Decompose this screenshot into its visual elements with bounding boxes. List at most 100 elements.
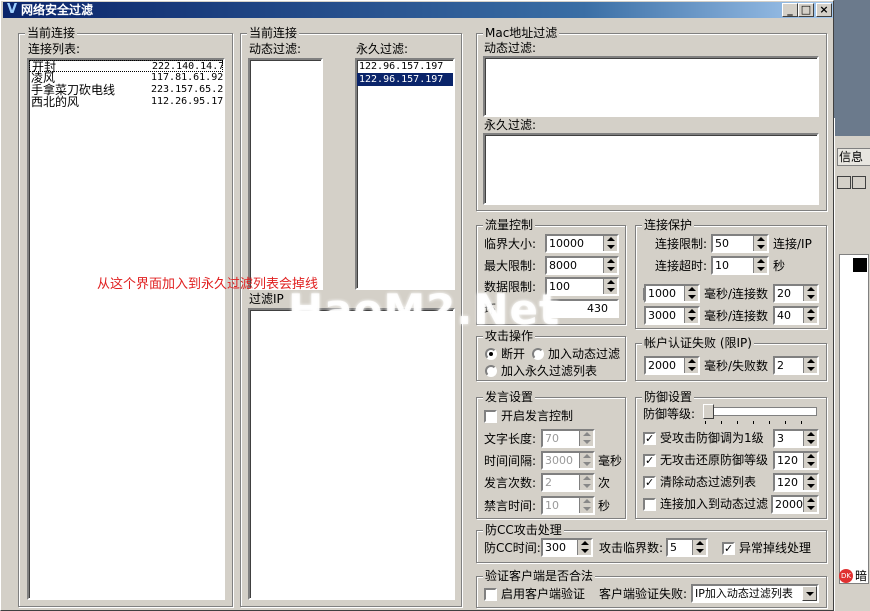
add-dynamic-radio[interactable] — [532, 348, 544, 360]
rate-2-count-spinner[interactable]: 40 — [773, 306, 819, 325]
maximize-button[interactable]: □ — [798, 3, 814, 17]
threshold-size-label: 临界大小: — [484, 237, 537, 251]
list-item-selected[interactable]: 122.96.157.197 — [357, 73, 453, 86]
verify-fail-label: 客户端验证失败: — [599, 587, 688, 601]
connection-list[interactable]: 开封 222.140.14.7: 凌风 117.81.61.92 手拿菜刀砍电线 22… — [27, 58, 225, 600]
connection-list-label: 连接列表: — [28, 42, 81, 56]
spinner-arrows-icon[interactable] — [803, 475, 817, 490]
cc-attack-group-label: 防CC攻击处理 — [483, 523, 564, 537]
spinner-arrows-icon[interactable] — [579, 475, 593, 490]
spinner-arrows-icon[interactable] — [577, 540, 591, 555]
mute-time-label: 禁言时间: — [484, 499, 537, 513]
mac-dynamic-list[interactable] — [483, 56, 819, 117]
disconnect-label: 断开 — [501, 347, 526, 361]
dynamic-filter-list[interactable] — [248, 58, 323, 290]
list-item[interactable]: 122.96.157.197 — [357, 60, 453, 73]
window-title: 网络安全过滤 — [21, 3, 94, 17]
spinner-value: 10 — [715, 259, 729, 272]
speech-count-unit: 次 — [598, 476, 611, 490]
spinner-arrows-icon[interactable] — [684, 286, 698, 301]
max-limit-spinner[interactable]: 8000 — [545, 256, 619, 275]
spinner-arrows-icon[interactable] — [803, 453, 817, 468]
spinner-value: 120 — [777, 476, 798, 489]
spinner-arrows-icon[interactable] — [684, 308, 698, 323]
spinner-arrows-icon[interactable] — [803, 431, 817, 446]
connection-name: 西北的风 — [31, 95, 80, 109]
close-button[interactable]: × — [816, 3, 832, 17]
rate-1-ms-spinner[interactable]: 1000 — [644, 284, 700, 303]
rate-2-unit: 毫秒/连接数 — [704, 309, 769, 323]
restore-level-checkbox[interactable]: ✓ — [643, 454, 656, 467]
defense-level-slider[interactable] — [701, 403, 819, 427]
list-item[interactable]: 西北的风 112.26.95.17 — [29, 96, 223, 108]
clear-dynamic-checkbox[interactable]: ✓ — [643, 476, 656, 489]
spinner-arrows-icon[interactable] — [803, 358, 817, 373]
spinner-arrows-icon[interactable] — [603, 279, 617, 294]
speech-count-label: 发言次数: — [484, 476, 537, 490]
spinner-arrows-icon[interactable] — [753, 236, 767, 251]
time-interval-spinner[interactable]: 3000 — [541, 451, 595, 470]
text-length-spinner[interactable]: 70 — [541, 429, 595, 448]
chevron-down-icon[interactable] — [802, 586, 817, 601]
restore-level-spinner[interactable]: 120 — [773, 451, 819, 470]
mute-time-unit: 秒 — [598, 499, 611, 513]
slider-thumb[interactable] — [703, 404, 714, 419]
auth-failure-group-label: 帐户认证失败 (限IP) — [642, 336, 754, 350]
permanent-filter-list[interactable]: 122.96.157.197 122.96.157.197 — [355, 58, 455, 290]
speech-settings-group-label: 发言设置 — [483, 390, 536, 404]
text-length-label: 文字长度: — [484, 432, 537, 446]
spinner-arrows-icon[interactable] — [803, 308, 817, 323]
spinner-arrows-icon[interactable] — [692, 540, 706, 555]
join-dynamic-spinner[interactable]: 2000 — [771, 495, 819, 514]
attack-level-checkbox[interactable]: ✓ — [643, 432, 656, 445]
spinner-arrows-icon[interactable] — [603, 258, 617, 273]
disconnect-radio[interactable] — [485, 348, 497, 360]
background-status-icon[interactable]: DK — [839, 569, 853, 583]
connection-limit-spinner[interactable]: 50 — [711, 234, 769, 253]
clear-dynamic-spinner[interactable]: 120 — [773, 473, 819, 492]
title-bar[interactable]: V 网络安全过滤 _ □ × — [3, 2, 833, 18]
speech-count-spinner[interactable]: 2 — [541, 473, 595, 492]
speech-control-label: 开启发言控制 — [501, 409, 574, 423]
attack-level-spinner[interactable]: 3 — [773, 429, 819, 448]
filter-ip-list[interactable] — [248, 308, 455, 600]
background-minimize-button[interactable] — [837, 176, 851, 189]
add-permanent-label: 加入永久过滤列表 — [501, 364, 598, 378]
minimize-button[interactable]: _ — [782, 3, 798, 17]
client-verify-checkbox[interactable] — [484, 588, 497, 601]
spinner-arrows-icon[interactable] — [803, 497, 817, 512]
cc-time-spinner[interactable]: 300 — [541, 538, 593, 557]
spinner-arrows-icon[interactable] — [579, 498, 593, 513]
spinner-value: 5 — [670, 541, 677, 554]
slider-ticks — [705, 421, 817, 424]
speech-control-checkbox[interactable] — [484, 410, 497, 423]
abnormal-drop-checkbox[interactable]: ✓ — [722, 542, 735, 555]
spinner-arrows-icon[interactable] — [753, 258, 767, 273]
list-item[interactable]: 开封 222.140.14.7: — [29, 60, 223, 73]
spinner-arrows-icon[interactable] — [579, 453, 593, 468]
background-scrollbar-thumb[interactable] — [853, 258, 867, 272]
spinner-value: 2 — [777, 359, 784, 372]
background-maximize-button[interactable] — [852, 176, 866, 189]
spinner-arrows-icon[interactable] — [603, 236, 617, 251]
threshold-size-spinner[interactable]: 10000 — [545, 234, 619, 253]
auth-failure-ms-spinner[interactable]: 2000 — [644, 356, 700, 375]
mute-time-spinner[interactable]: 10 — [541, 496, 595, 515]
rate-2-ms-spinner[interactable]: 3000 — [644, 306, 700, 325]
verify-fail-dropdown[interactable]: IP加入动态过滤列表 — [691, 584, 819, 603]
spinner-arrows-icon[interactable] — [803, 286, 817, 301]
filter-ip-label: 过滤IP — [249, 292, 284, 306]
attack-threshold-spinner[interactable]: 5 — [666, 538, 708, 557]
rate-1-count-spinner[interactable]: 20 — [773, 284, 819, 303]
spinner-arrows-icon[interactable] — [684, 358, 698, 373]
join-dynamic-checkbox[interactable] — [643, 498, 656, 511]
background-tab[interactable]: 信息 — [837, 148, 870, 166]
spinner-arrows-icon[interactable] — [579, 431, 593, 446]
connection-timeout-spinner[interactable]: 10 — [711, 256, 769, 275]
defense-level-label: 防御等级: — [643, 407, 696, 421]
auth-failure-count-spinner[interactable]: 2 — [773, 356, 819, 375]
mac-permanent-list[interactable] — [483, 133, 819, 205]
spinner-value: 3000 — [648, 309, 676, 322]
spinner-value: 430 — [587, 302, 608, 315]
add-permanent-radio[interactable] — [485, 365, 497, 377]
